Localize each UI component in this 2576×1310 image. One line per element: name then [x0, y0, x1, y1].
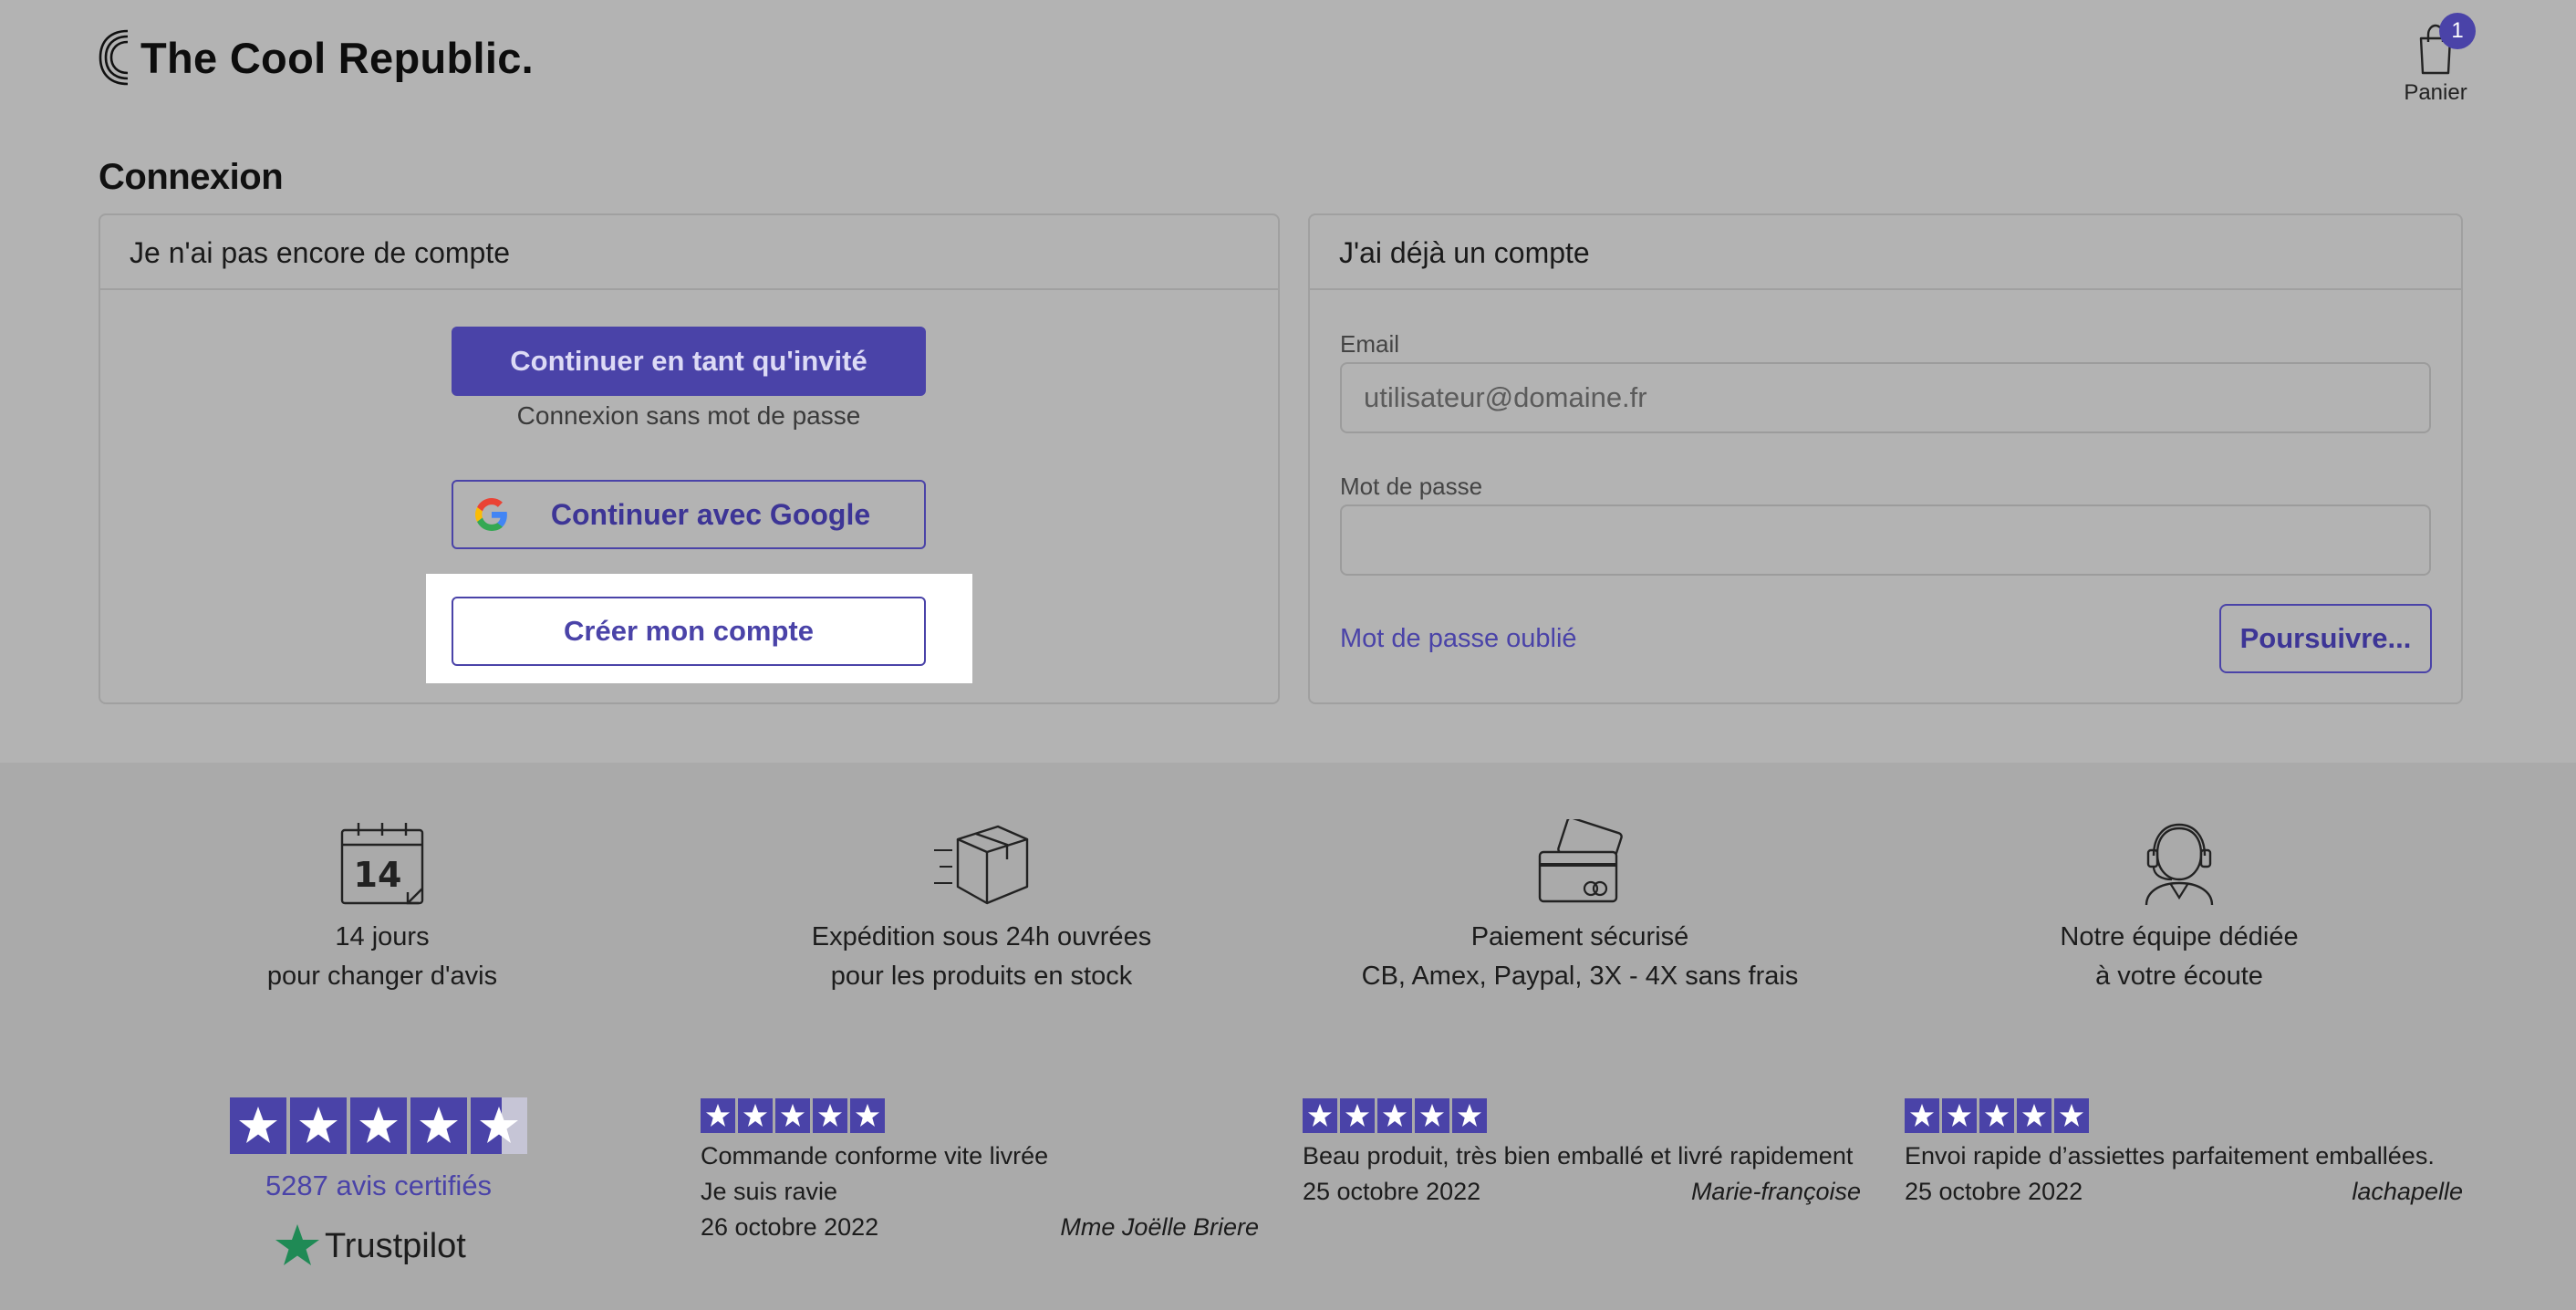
forgot-password-link[interactable]: Mot de passe oublié: [1340, 624, 1577, 654]
review-date: 25 octobre 2022: [1303, 1178, 1481, 1205]
calendar-icon: 14: [340, 823, 424, 905]
review-card: Beau produit, très bien emballé et livré…: [1303, 1098, 1861, 1210]
feature-returns: 14 14 jours pour changer d'avis: [99, 819, 665, 996]
cart-button[interactable]: 1 Panier: [2390, 13, 2481, 106]
trustpilot-rating-stars: [230, 1097, 531, 1154]
page-title: Connexion: [99, 157, 284, 197]
review-card: Envoi rapide d’assiettes parfaitement em…: [1905, 1098, 2463, 1210]
guest-checkout-button[interactable]: Continuer en tant qu'invité: [452, 327, 926, 396]
email-label: Email: [1340, 330, 1400, 358]
review-body: Je suis ravie: [701, 1178, 838, 1205]
review-title: Commande conforme vite livrée: [701, 1142, 1049, 1170]
star-icon: [738, 1098, 773, 1133]
review-title: Beau produit, très bien emballé et livré…: [1303, 1142, 1854, 1170]
feature-support-line2: à votre écoute: [2095, 962, 2263, 991]
review-date: 26 octobre 2022: [701, 1213, 879, 1241]
star-icon: [2054, 1098, 2089, 1133]
logo-mark-icon: [99, 29, 129, 86]
cart-label: Panier: [2404, 80, 2467, 105]
star-icon: [701, 1098, 735, 1133]
google-button-label: Continuer avec Google: [550, 498, 871, 531]
email-field[interactable]: [1340, 362, 2431, 433]
review-date: 25 octobre 2022: [1905, 1178, 2083, 1205]
trustpilot-brand: Trustpilot: [325, 1226, 466, 1265]
review-stars: [1303, 1098, 1861, 1133]
star-icon: [1979, 1098, 2014, 1133]
feature-support: Notre équipe dédiée à votre écoute: [1896, 819, 2462, 996]
feature-payment: Paiement sécurisé CB, Amex, Paypal, 3X -…: [1297, 819, 1863, 996]
star-icon: [350, 1097, 407, 1154]
password-label: Mot de passe: [1340, 473, 1483, 500]
feature-shipping-line2: pour les produits en stock: [830, 962, 1133, 991]
headset-icon: [2145, 823, 2214, 906]
cart-count-badge: 1: [2439, 13, 2476, 49]
create-account-button[interactable]: Créer mon compte: [452, 597, 926, 666]
star-icon: [1415, 1098, 1449, 1133]
star-icon: [290, 1097, 347, 1154]
star-icon: [230, 1097, 286, 1154]
review-stars: [1905, 1098, 2463, 1133]
star-icon: [2017, 1098, 2051, 1133]
half-star-icon: [471, 1097, 527, 1154]
feature-payment-line1: Paiement sécurisé: [1470, 922, 1689, 951]
star-icon: [813, 1098, 847, 1133]
star-icon: [1377, 1098, 1412, 1133]
review-stars: [701, 1098, 1259, 1133]
google-icon: [475, 498, 507, 531]
trustpilot-logo[interactable]: Trustpilot: [274, 1222, 466, 1270]
credit-card-icon: [1538, 819, 1623, 903]
brand-logo[interactable]: The Cool Republic.: [97, 27, 534, 88]
review-author: Mme Joëlle Briere: [1060, 1213, 1259, 1241]
feature-support-line1: Notre équipe dédiée: [2060, 922, 2299, 951]
review-card: Commande conforme vite livrée Je suis ra…: [701, 1098, 1259, 1245]
google-login-button[interactable]: Continuer avec Google: [452, 480, 926, 549]
no-account-heading: Je n'ai pas encore de compte: [100, 215, 1278, 290]
star-icon: [1942, 1098, 1977, 1133]
password-field[interactable]: [1340, 504, 2431, 576]
star-icon: [410, 1097, 467, 1154]
feature-shipping-line1: Expédition sous 24h ouvrées: [811, 922, 1152, 951]
box-icon: [934, 825, 1029, 905]
feature-payment-line2: CB, Amex, Paypal, 3X - 4X sans frais: [1361, 962, 1799, 991]
has-account-heading: J'ai déjà un compte: [1310, 215, 2461, 290]
brand-name: The Cool Republic.: [140, 33, 535, 82]
review-title: Envoi rapide d’assiettes parfaitement em…: [1905, 1142, 2435, 1170]
trustpilot-star-icon: [275, 1224, 319, 1265]
feature-shipping: Expédition sous 24h ouvrées pour les pro…: [699, 819, 1264, 996]
review-author: Marie-françoise: [1690, 1178, 1861, 1205]
feature-returns-line1: 14 jours: [335, 922, 430, 951]
trustpilot-review-count[interactable]: 5287 avis certifiés: [182, 1170, 575, 1202]
star-icon: [850, 1098, 885, 1133]
star-icon: [1905, 1098, 1939, 1133]
star-icon: [1340, 1098, 1375, 1133]
guest-subtitle: Connexion sans mot de passe: [516, 401, 861, 430]
review-author: lachapelle: [2352, 1178, 2463, 1205]
login-submit-button[interactable]: Poursuivre...: [2219, 604, 2432, 673]
feature-returns-line2: pour changer d'avis: [266, 962, 498, 991]
calendar-number: 14: [354, 855, 402, 895]
star-icon: [1303, 1098, 1337, 1133]
star-icon: [1452, 1098, 1487, 1133]
star-icon: [775, 1098, 810, 1133]
